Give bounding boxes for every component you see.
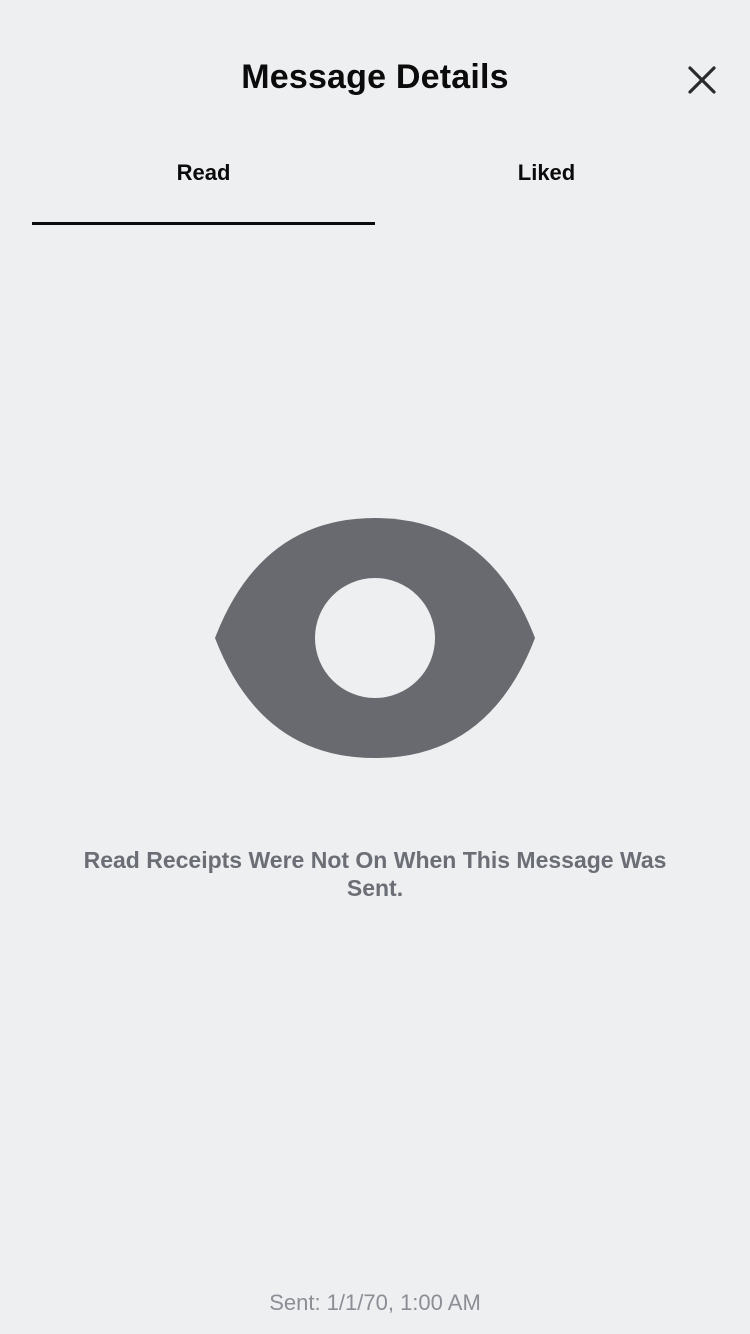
tab-liked-label: Liked [517, 160, 576, 185]
tab-selected-indicator [32, 222, 375, 225]
tab-read-label: Read [176, 160, 231, 185]
close-icon [688, 66, 716, 94]
page-title: Message Details [241, 58, 509, 96]
tab-read[interactable]: Read [32, 140, 375, 225]
tab-liked[interactable]: Liked [375, 140, 718, 225]
eye-icon [215, 518, 535, 758]
tab-bar: Read Liked [32, 140, 718, 225]
empty-state-message: Read Receipts Were Not On When This Mess… [83, 847, 667, 901]
close-button[interactable] [676, 54, 728, 106]
header: Message Details [0, 0, 750, 140]
message-details-screen: Message Details Read Liked Read Receipts… [0, 0, 750, 1334]
sent-timestamp: Sent: 1/1/70, 1:00 AM [269, 1290, 481, 1315]
